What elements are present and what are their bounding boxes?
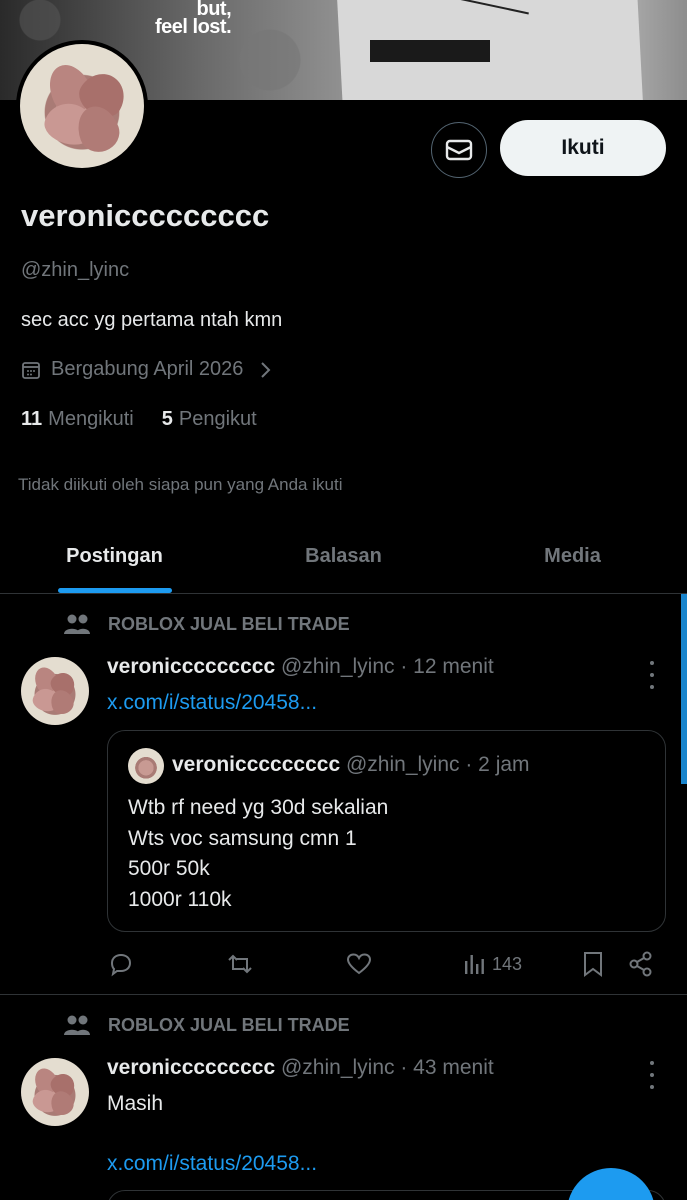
calendar-icon (22, 361, 40, 379)
quote-text: Wtb rf need yg 30d sekalian Wts voc sams… (128, 793, 388, 915)
community-name: ROBLOX JUAL BELI TRADE (108, 1014, 350, 1035)
banner-band (370, 40, 490, 62)
post-actions: 143 (107, 948, 667, 980)
avatar-image (21, 1058, 89, 1126)
followers-link[interactable]: 5 Pengikut (162, 408, 257, 431)
repost-button[interactable] (225, 948, 255, 980)
chevron-right-icon (261, 361, 271, 378)
community-icon (64, 614, 90, 634)
post-avatar[interactable] (21, 1058, 89, 1126)
heart-icon (346, 953, 372, 975)
quote-avatar (128, 748, 164, 784)
banner-text: but, feel lost. (155, 0, 232, 38)
quote-line: 500r 50k (128, 857, 210, 880)
quoted-post[interactable]: veroniccccccccc @zhin_lyinc · 2 jam Wtb … (107, 730, 666, 932)
author-name[interactable]: veroniccccccccc (107, 655, 275, 678)
community-label[interactable]: ROBLOX JUAL BELI TRADE (62, 612, 350, 636)
profile-avatar[interactable] (16, 40, 148, 172)
views-count: 143 (492, 953, 523, 974)
follow-button[interactable]: Ikuti (500, 120, 666, 176)
avatar-image (21, 657, 89, 725)
post-text: Masih (107, 1092, 164, 1115)
following-label: Mengikuti (48, 408, 134, 430)
quote-author-meta: @zhin_lyinc · 2 jam (345, 753, 530, 776)
post-header: veroniccccccccc @zhin_lyinc · 43 menit (107, 1056, 494, 1080)
mail-icon (445, 139, 473, 161)
tab-balasan[interactable]: Balasan (229, 520, 458, 593)
followers-label: Pengikut (178, 408, 257, 430)
display-name: veroniccccccccc (21, 198, 270, 233)
more-options-icon[interactable] (644, 661, 660, 689)
profile-tabs: Postingan Balasan Media (0, 520, 687, 594)
message-button[interactable] (431, 122, 487, 178)
quote-line: Wts voc samsung cmn 1 (128, 826, 357, 850)
status-link[interactable]: x.com/i/status/20458... (107, 691, 317, 715)
views-chart-icon (465, 955, 484, 974)
community-name: ROBLOX JUAL BELI TRADE (108, 613, 350, 634)
following-count: 11 (21, 408, 43, 430)
bio: sec acc yg pertama ntah kmn (21, 309, 283, 331)
views-button[interactable]: 143 (462, 948, 522, 980)
post[interactable]: ROBLOX JUAL BELI TRADE (0, 995, 687, 1200)
community-icon (64, 1015, 90, 1035)
quote-header: veroniccccccccc @zhin_lyinc · 2 jam (172, 753, 530, 777)
share-icon (629, 951, 652, 977)
more-options-icon[interactable] (644, 1061, 660, 1089)
reply-icon (110, 953, 132, 977)
followers-count: 5 (161, 408, 173, 430)
post-header: veroniccccccccc @zhin_lyinc · 12 menit (107, 655, 494, 679)
banner-text-line2: feel lost. (155, 16, 232, 38)
status-link[interactable]: x.com/i/status/20458... (107, 1152, 317, 1176)
joined-text: Bergabung April 2026 (51, 358, 244, 380)
share-button[interactable] (627, 948, 655, 980)
joined-date[interactable]: Bergabung April 2026 (21, 358, 271, 381)
author-meta: @zhin_lyinc · 43 menit (280, 1056, 494, 1079)
author-name[interactable]: veroniccccccccc (107, 1056, 275, 1079)
not-followed-notice: Tidak diikuti oleh siapa pun yang Anda i… (18, 475, 343, 494)
follow-stats: 11 Mengikuti 5 Pengikut (21, 408, 257, 431)
quote-line: 1000r 110k (128, 887, 232, 911)
following-link[interactable]: 11 Mengikuti (21, 408, 134, 431)
community-label[interactable]: ROBLOX JUAL BELI TRADE (62, 1013, 350, 1037)
reply-button[interactable] (107, 948, 135, 980)
like-button[interactable] (345, 948, 373, 980)
tab-media[interactable]: Media (458, 520, 687, 593)
bookmark-button[interactable] (581, 948, 605, 980)
avatar-image (20, 44, 144, 168)
repost-icon (228, 954, 252, 974)
tab-postingan[interactable]: Postingan (0, 520, 229, 593)
author-meta: @zhin_lyinc · 12 menit (280, 655, 494, 678)
handle: @zhin_lyinc (21, 259, 130, 281)
quote-author-name: veroniccccccccc (172, 753, 341, 776)
bookmark-icon (584, 952, 602, 977)
post-avatar[interactable] (21, 657, 89, 725)
quote-line: Wtb rf need yg 30d sekalian (128, 796, 389, 819)
